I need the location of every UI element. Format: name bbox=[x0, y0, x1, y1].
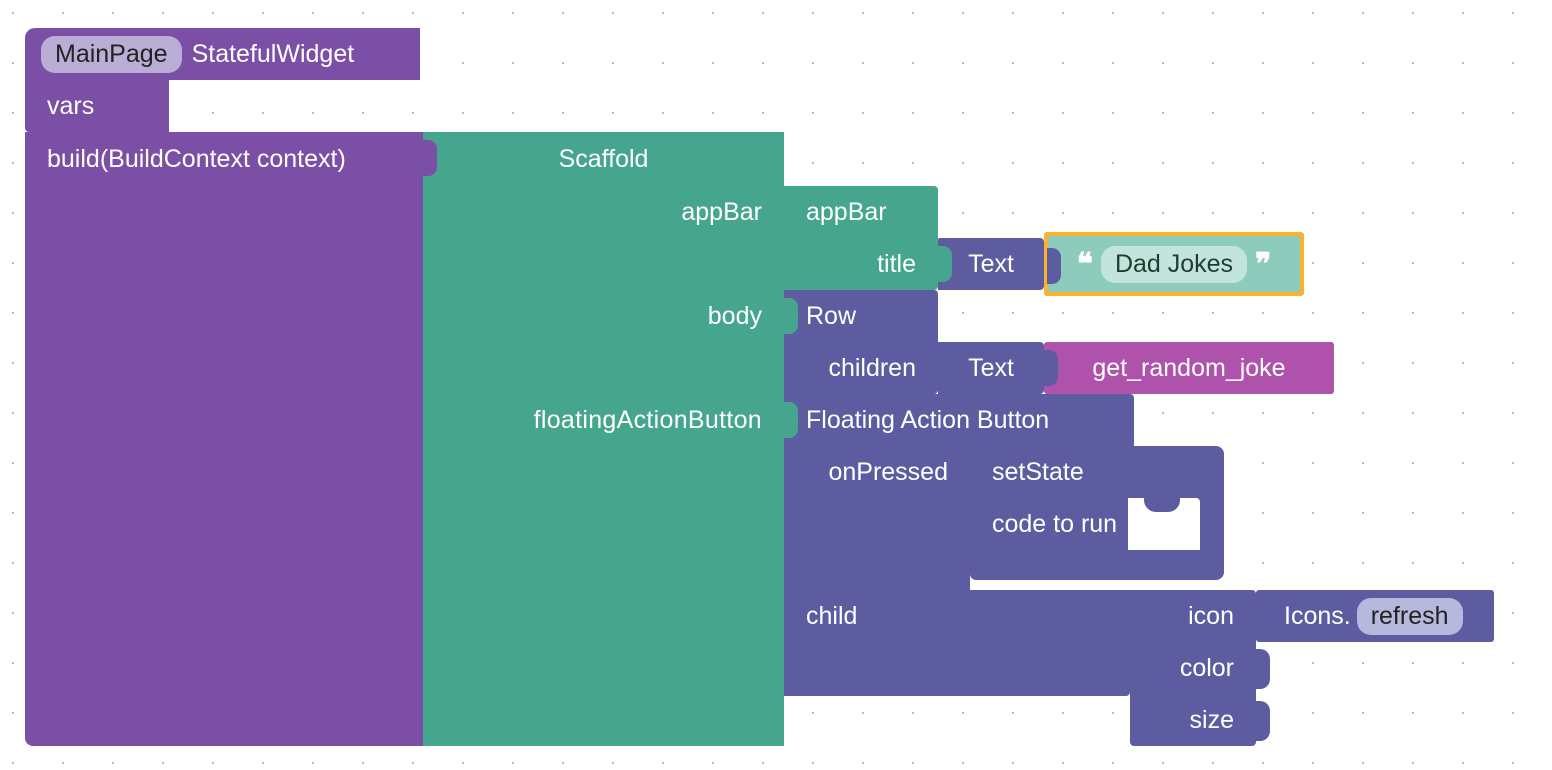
mainpage-body-column bbox=[25, 186, 423, 746]
build-row[interactable]: build(BuildContext context) bbox=[25, 132, 423, 186]
header-row[interactable]: MainPage StatefulWidget bbox=[25, 28, 420, 80]
function-call-block[interactable]: get_random_joke bbox=[1044, 342, 1334, 394]
icons-block[interactable]: Icons. refresh bbox=[1256, 590, 1494, 642]
setstate-block[interactable]: setState bbox=[970, 446, 1224, 498]
scaffold-fab-row[interactable]: floatingActionButton bbox=[423, 394, 784, 446]
fab-onpressed-label: onPressed bbox=[828, 458, 948, 487]
icon-label: icon bbox=[1188, 602, 1234, 631]
icons-prefix: Icons. bbox=[1284, 602, 1351, 631]
fab-onpressed-row[interactable]: onPressed bbox=[784, 446, 970, 498]
setstate-label: setState bbox=[992, 458, 1084, 487]
icons-value[interactable]: refresh bbox=[1357, 598, 1463, 635]
scaffold-body-column bbox=[423, 446, 784, 746]
row-label: Row bbox=[806, 302, 856, 331]
appbar-title-row[interactable]: title bbox=[784, 238, 938, 290]
scaffold-body-label: body bbox=[708, 302, 762, 331]
fab-child-row[interactable]: child bbox=[784, 590, 1130, 642]
scaffold-fab-label: floatingActionButton bbox=[534, 406, 762, 435]
appbar-title-label: title bbox=[877, 250, 916, 279]
setstate-close bbox=[970, 550, 1224, 580]
setstate-code-label: code to run bbox=[992, 510, 1117, 539]
scaffold-header[interactable]: Scaffold bbox=[423, 132, 784, 186]
widget-type-label: StatefulWidget bbox=[192, 40, 355, 69]
fab-block[interactable]: Floating Action Button bbox=[784, 394, 1134, 446]
vars-label: vars bbox=[47, 92, 94, 121]
icon-size-label: size bbox=[1190, 706, 1234, 735]
fab-label: Floating Action Button bbox=[806, 406, 1049, 435]
row-block[interactable]: Row bbox=[784, 290, 938, 342]
scaffold-spacer-1 bbox=[423, 238, 784, 290]
row-children-label: children bbox=[828, 354, 916, 383]
open-quote-icon: ❝ bbox=[1077, 247, 1093, 282]
scaffold-appbar-row[interactable]: appBar bbox=[423, 186, 784, 238]
text-label: Text bbox=[968, 250, 1014, 279]
scaffold-spacer-2 bbox=[423, 342, 784, 394]
icon-row[interactable]: icon bbox=[1130, 590, 1256, 642]
fab-child-label: child bbox=[806, 602, 857, 631]
build-label: build(BuildContext context) bbox=[47, 145, 346, 174]
text2-label: Text bbox=[968, 354, 1014, 383]
row-children-row[interactable]: children bbox=[784, 342, 938, 394]
text-block-title[interactable]: Text bbox=[938, 238, 1044, 290]
appbar-block[interactable]: appBar bbox=[784, 186, 938, 238]
scaffold-body-row[interactable]: body bbox=[423, 290, 784, 342]
appbar-label: appBar bbox=[806, 198, 887, 227]
string-value[interactable]: Dad Jokes bbox=[1101, 246, 1247, 283]
text-block-children[interactable]: Text bbox=[938, 342, 1044, 394]
class-name-pill: MainPage bbox=[41, 36, 182, 73]
setstate-code-row[interactable]: code to run bbox=[970, 498, 1128, 550]
scaffold-appbar-label: appBar bbox=[681, 198, 762, 227]
scaffold-label: Scaffold bbox=[559, 145, 649, 174]
icon-size-row[interactable]: size bbox=[1130, 694, 1256, 746]
icon-color-row[interactable]: color bbox=[1130, 642, 1256, 694]
function-name: get_random_joke bbox=[1092, 354, 1285, 383]
fab-bottom-fill bbox=[784, 642, 1130, 696]
string-literal-block[interactable]: ❝ Dad Jokes ❞ bbox=[1044, 232, 1304, 296]
icon-color-label: color bbox=[1180, 654, 1234, 683]
close-quote-icon: ❞ bbox=[1255, 247, 1271, 282]
vars-row[interactable]: vars bbox=[25, 80, 169, 132]
